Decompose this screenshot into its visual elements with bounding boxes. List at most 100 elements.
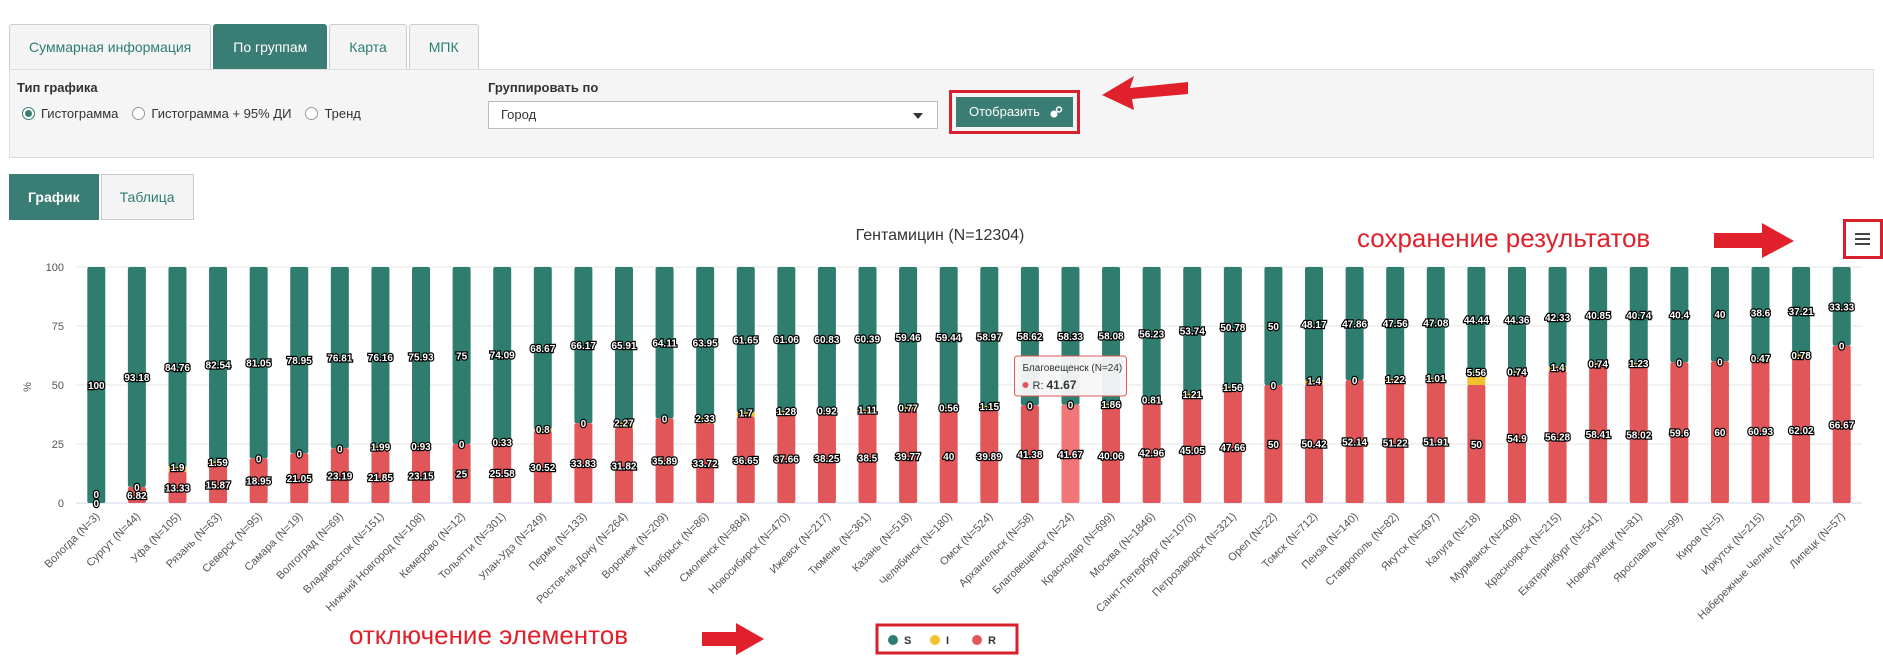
bar-s — [1305, 267, 1324, 381]
x-tick-label: Тюмень (N=361) — [807, 511, 874, 578]
bar-s — [493, 267, 512, 442]
data-label-s: 58.08 — [1099, 332, 1124, 343]
data-label-s: 61.65 — [733, 336, 758, 347]
radio-unchecked-icon[interactable] — [305, 107, 319, 120]
x-tick-label: Кемерово (N=12) — [398, 511, 468, 581]
x-tick-label: Калуга (N=18) — [1424, 511, 1483, 570]
x-tick-label: Новокузнецк (N=81) — [1564, 511, 1644, 591]
data-label-i: 0 — [1068, 401, 1074, 412]
bar-i — [412, 446, 431, 449]
bar-i — [777, 411, 796, 415]
data-label-r: 40.06 — [1099, 452, 1124, 463]
radio-histogram[interactable]: Гистограмма — [22, 106, 118, 121]
data-label-s: 48.17 — [1302, 320, 1327, 331]
arrow-to-menu-icon — [1714, 223, 1794, 258]
data-label-i: 0 — [1717, 357, 1723, 368]
data-label-i: 0.77 — [898, 403, 918, 414]
data-label-r: 37.66 — [774, 455, 799, 466]
radio-histogram-ci[interactable]: Гистограмма + 95% ДИ — [132, 106, 291, 121]
x-tick-label: Краснодар (N=699) — [1040, 511, 1118, 589]
data-label-i: 0.56 — [939, 403, 959, 414]
data-label-s: 60.83 — [814, 335, 839, 346]
radio-checked-icon[interactable] — [22, 107, 35, 120]
legend-item-i[interactable]: I — [946, 635, 949, 647]
legend-item-s[interactable]: S — [904, 635, 911, 647]
data-label-s: 82.54 — [206, 360, 231, 371]
bar-s — [655, 267, 674, 419]
x-tick-label: Томск (N=712) — [1260, 511, 1320, 571]
bar-r — [290, 453, 309, 503]
radio-trend[interactable]: Тренд — [305, 106, 361, 121]
x-tick-label: Набережные Челны (N=129) — [1696, 511, 1807, 622]
bar-s — [249, 267, 268, 459]
data-label-s: 40 — [1714, 310, 1726, 321]
data-label-r: 41.38 — [1017, 450, 1042, 461]
tab-summary[interactable]: Суммарная информация — [9, 24, 212, 69]
radio-unchecked-icon[interactable] — [132, 107, 146, 120]
x-tick-label: Новосибирск (N=470) — [707, 511, 793, 597]
bar-r — [858, 412, 877, 503]
bar-r — [1589, 365, 1608, 503]
data-label-i: 2.27 — [614, 419, 634, 430]
legend-marker — [972, 635, 982, 645]
x-tick-label: Тольятти (N=301) — [437, 511, 509, 583]
tooltip-box — [1013, 355, 1127, 397]
tab-by-groups[interactable]: По группам — [213, 24, 328, 69]
bar-r — [939, 408, 958, 503]
bar-i — [1467, 371, 1486, 385]
data-label-r: 50.42 — [1302, 440, 1327, 451]
data-label-i: 1.15 — [980, 402, 1000, 413]
legend-highlight-frame — [875, 623, 1019, 655]
x-tick-label: Воронеж (N=209) — [600, 511, 671, 582]
data-label-r: 52.14 — [1342, 437, 1367, 448]
bar-i — [1751, 358, 1770, 360]
tab-table[interactable]: Таблица — [100, 174, 194, 220]
bar-i — [371, 446, 390, 452]
bar-r — [1792, 356, 1811, 503]
data-label-r: 59.6 — [1670, 429, 1690, 440]
data-label-i: 0 — [94, 499, 100, 510]
bar-i — [1548, 366, 1567, 371]
bar-s — [1548, 267, 1567, 367]
bar-i — [493, 441, 512, 443]
group-by-select[interactable]: Город — [488, 101, 938, 129]
x-tick-label: Омск (N=524) — [938, 511, 996, 569]
data-label-r: 33.72 — [693, 459, 718, 470]
data-label-s: 61.06 — [774, 335, 799, 346]
bar-r — [777, 414, 796, 503]
display-button[interactable]: Отобразить — [956, 97, 1073, 127]
bar-s — [1264, 267, 1283, 385]
bar-s — [330, 267, 349, 449]
x-tick-label: Архангельск (N=58) — [957, 511, 1036, 590]
x-tick-label: Благовещенск (N=24) — [990, 511, 1076, 597]
tooltip-title: Благовещенск (N=24) — [1022, 363, 1122, 374]
x-tick-label: Липецк (N=57) — [1787, 511, 1847, 571]
data-label-i: 1.22 — [1385, 375, 1405, 386]
tab-chart[interactable]: График — [9, 174, 99, 220]
legend-item-r[interactable]: R — [988, 635, 996, 647]
bar-s — [939, 267, 958, 408]
bar-r — [1710, 361, 1729, 503]
bar-s — [696, 267, 715, 418]
bar-s — [1629, 267, 1648, 364]
bar-s — [1386, 267, 1405, 380]
data-label-i: 1.59 — [208, 458, 228, 469]
tab-mic[interactable]: МПК — [408, 24, 479, 69]
data-label-i: 0 — [296, 449, 302, 460]
data-label-i: 0 — [1027, 401, 1033, 412]
data-label-i: 1.28 — [777, 407, 797, 418]
bar-r — [696, 423, 715, 503]
bar-i — [1305, 380, 1324, 385]
bar-s — [371, 267, 390, 447]
data-label-i: 1.01 — [1426, 374, 1446, 385]
x-tick-label: Улан-Удэ (N=249) — [477, 511, 549, 583]
tab-map[interactable]: Карта — [329, 24, 407, 69]
data-label-r: 38.25 — [814, 454, 839, 465]
data-label-i: 0 — [134, 483, 140, 494]
data-label-s: 75 — [456, 352, 468, 363]
bar-s — [980, 267, 999, 407]
tooltip-marker — [1022, 382, 1029, 388]
bar-r — [1345, 379, 1364, 503]
data-label-r: 41.67 — [1058, 450, 1083, 461]
hamburger-menu-icon[interactable] — [1846, 222, 1880, 256]
